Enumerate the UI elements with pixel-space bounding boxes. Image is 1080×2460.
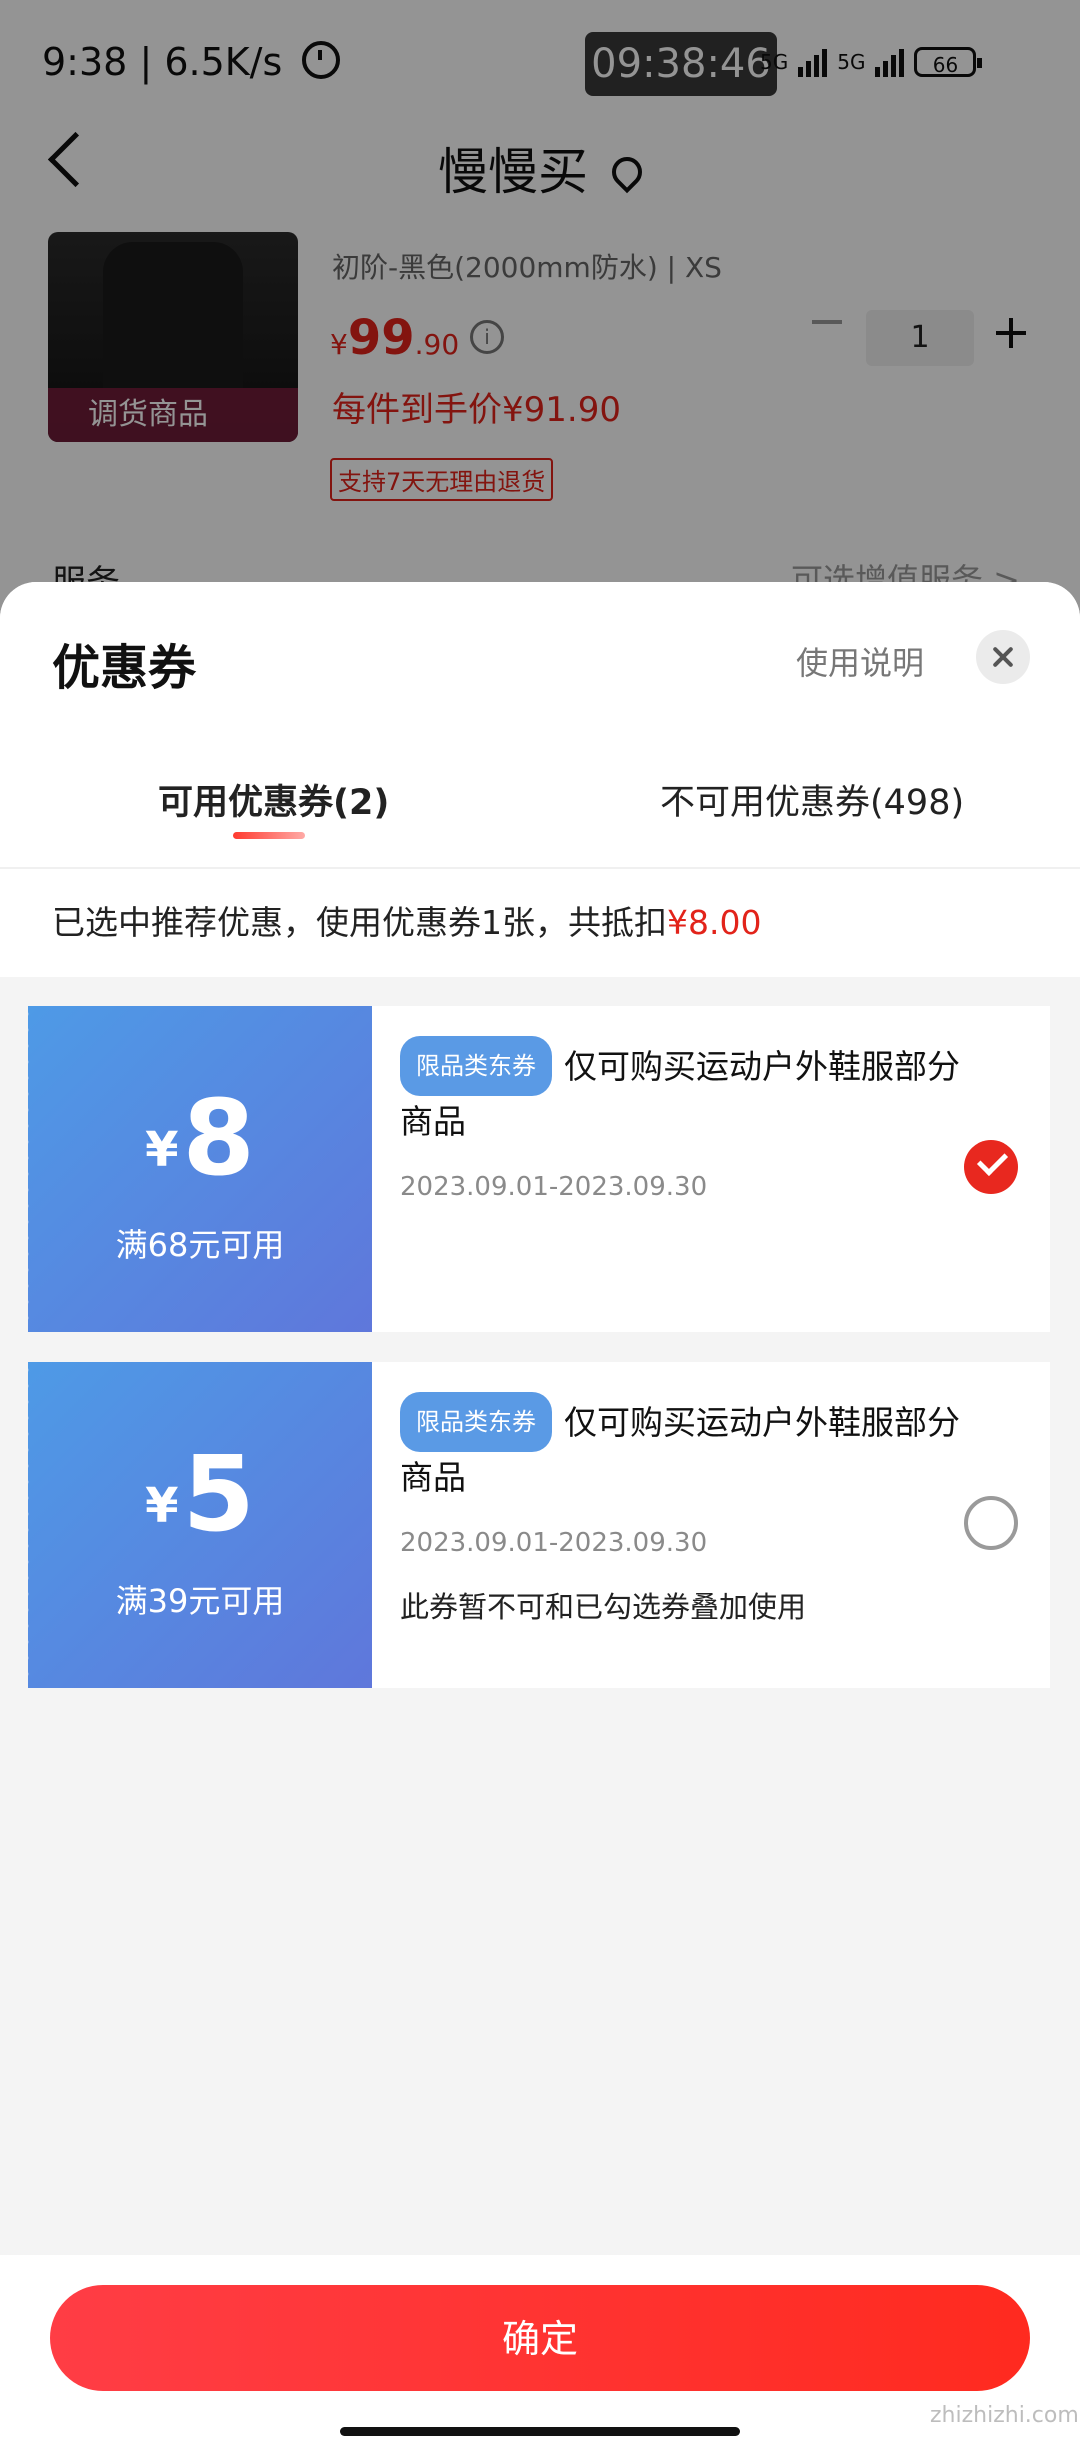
active-tab-indicator	[233, 832, 305, 839]
confirm-button[interactable]: 确定	[50, 2285, 1030, 2391]
home-indicator[interactable]	[340, 2427, 740, 2436]
coupon-threshold: 满39元可用	[115, 1582, 285, 1620]
coupon-card[interactable]: ¥5 满39元可用 限品类东券 仅可购买运动户外鞋服部分商品 2023.09.01…	[22, 1362, 1050, 1688]
tab-unavailable-coupons[interactable]: 不可用优惠券(498)	[660, 774, 964, 825]
close-icon[interactable]	[976, 630, 1030, 684]
tab-available-coupons[interactable]: 可用优惠券(2)	[158, 774, 389, 825]
coupon-value-panel: ¥5 满39元可用	[22, 1362, 372, 1688]
coupon-validity: 2023.09.01-2023.09.30	[400, 1172, 708, 1202]
summary-amount: ¥8.00	[667, 903, 762, 942]
sheet-header: 优惠券 使用说明 可用优惠券(2) 不可用优惠券(498)	[0, 582, 1080, 867]
coupon-card[interactable]: ¥8 满68元可用 限品类东券 仅可购买运动户外鞋服部分商品 2023.09.01…	[22, 1006, 1050, 1332]
sheet-title: 优惠券	[52, 640, 197, 696]
coupon-value-panel: ¥8 满68元可用	[22, 1006, 372, 1332]
coupon-threshold: 满68元可用	[115, 1226, 285, 1264]
checkbox-unchecked-icon[interactable]	[964, 1496, 1018, 1550]
selection-summary: 已选中推荐优惠，使用优惠券1张，共抵扣¥8.00	[0, 867, 1080, 977]
watermark: zhizhizhi.com	[930, 2403, 1079, 2428]
coupon-amount: ¥8	[145, 1077, 255, 1199]
coupon-sheet: 优惠券 使用说明 可用优惠券(2) 不可用优惠券(498) 已选中推荐优惠，使用…	[0, 582, 1080, 2460]
sheet-footer: 确定 zhizhizhi.com	[0, 2255, 1080, 2460]
coupon-stacking-note: 此券暂不可和已勾选券叠加使用	[400, 1590, 807, 1624]
coupon-description: 限品类东券 仅可购买运动户外鞋服部分商品	[400, 1036, 990, 1148]
coupon-description: 限品类东券 仅可购买运动户外鞋服部分商品	[400, 1392, 990, 1504]
coupon-details: 限品类东券 仅可购买运动户外鞋服部分商品 2023.09.01-2023.09.3…	[400, 1392, 990, 1626]
coupon-details: 限品类东券 仅可购买运动户外鞋服部分商品 2023.09.01-2023.09.3…	[400, 1036, 990, 1202]
checkbox-checked-icon[interactable]	[964, 1140, 1018, 1194]
coupon-tag: 限品类东券	[400, 1036, 552, 1096]
coupon-validity: 2023.09.01-2023.09.30	[400, 1528, 708, 1558]
usage-note-link[interactable]: 使用说明	[796, 638, 924, 684]
coupon-amount: ¥5	[145, 1433, 255, 1555]
coupon-tag: 限品类东券	[400, 1392, 552, 1452]
modal-overlay[interactable]	[0, 0, 1080, 620]
